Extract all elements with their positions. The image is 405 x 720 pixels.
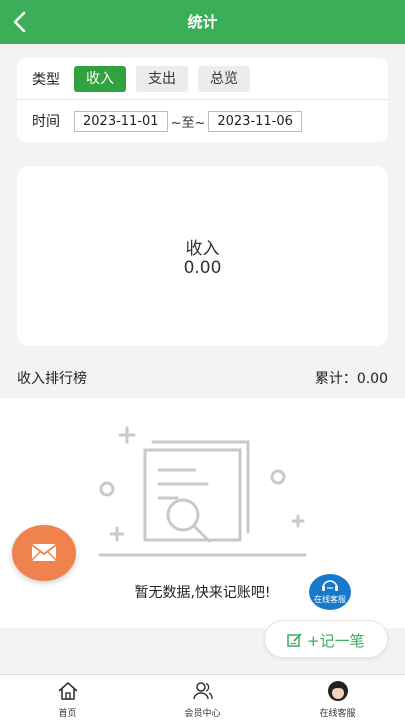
ranking-total: 累计：0.00	[314, 371, 388, 387]
filter-card: 类型 收入 支出 总览 时间 2023-11-01 ~至~ 2023-11-06	[17, 58, 388, 142]
type-chip-income[interactable]: 收入	[74, 65, 126, 92]
start-date-field[interactable]: 2023-11-01	[74, 110, 168, 132]
empty-document-search-icon	[95, 420, 315, 560]
tab-members[interactable]: 会员中心	[135, 675, 270, 720]
ranking-header: 收入排行榜 累计：0.00	[0, 360, 405, 396]
summary-value: 0.00	[183, 258, 222, 278]
tab-members-label: 会员中心	[184, 709, 221, 719]
type-label: 类型	[32, 71, 60, 88]
tab-home-label: 首页	[58, 709, 77, 719]
tab-service[interactable]: 在线客服	[270, 675, 405, 720]
bottom-tab-bar: 首页 会员中心 在线客服	[0, 674, 405, 720]
online-service-label: 在线客服	[314, 595, 346, 604]
type-row: 类型 收入 支出 总览	[17, 58, 388, 100]
ranking-title: 收入排行榜	[17, 371, 87, 387]
summary-card: 收入 0.00	[17, 166, 388, 346]
online-service-button[interactable]: 在线客服	[309, 574, 351, 610]
type-chip-overview[interactable]: 总览	[198, 65, 250, 92]
tab-service-label: 在线客服	[319, 709, 356, 719]
time-row: 时间 2023-11-01 ~至~ 2023-11-06	[17, 100, 388, 142]
page-title: 统计	[187, 13, 218, 31]
end-date-field[interactable]: 2023-11-06	[208, 110, 302, 132]
add-record-button[interactable]: +记一笔	[264, 620, 388, 658]
summary-label: 收入	[185, 239, 220, 259]
type-chip-expense[interactable]: 支出	[136, 65, 188, 92]
add-record-label: +记一笔	[307, 632, 365, 650]
time-label: 时间	[32, 114, 60, 130]
tab-home[interactable]: 首页	[0, 675, 135, 720]
date-separator: ~至~	[170, 115, 206, 131]
top-bar: 统计	[0, 0, 405, 44]
mail-button[interactable]	[12, 525, 76, 581]
